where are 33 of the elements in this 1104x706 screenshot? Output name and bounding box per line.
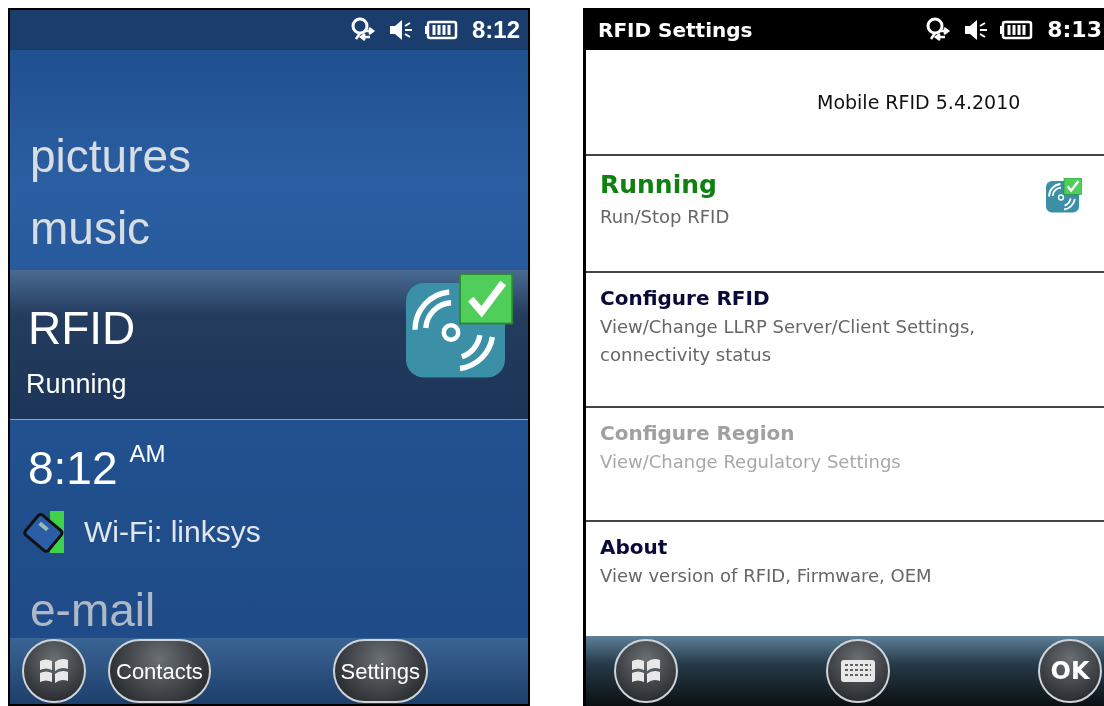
status-time: 8:13 [1047,16,1102,45]
entry-title: Running [600,168,718,201]
settings-entry[interactable]: About View version of RFID, Firmware, OEM [586,522,1104,637]
entry-title: Configure RFID [600,284,771,312]
menu-item[interactable]: music [10,192,528,264]
menu-item[interactable]: pictures [10,120,528,192]
clock-time: 8:12 [28,440,118,496]
softkey-button[interactable]: Contacts [108,639,211,703]
wifi-status: Wi-Fi: linksys [84,514,261,550]
clock-suffix: AM [129,438,166,469]
battery-icon[interactable] [999,19,1034,40]
entry-title: Configure Region [600,420,796,448]
window-title: RFID Settings [598,16,753,44]
battery-icon[interactable] [423,20,458,40]
speaker-muted-icon[interactable] [963,17,990,42]
menu-item[interactable]: e-mail [10,584,528,635]
selected-item-band[interactable]: RFID Running [10,270,528,420]
entry-description: Run/Stop RFID [600,205,731,230]
version-text: Mobile RFID 5.4.2010 [817,89,1021,115]
rfid-check-icon [1046,177,1082,214]
settings-entry[interactable]: Running Run/Stop RFID [586,155,1104,273]
entry-description: View/Change LLRP Server/Client Settings, connectivity status [600,314,977,367]
ok-button[interactable]: OK [1038,639,1102,704]
entry-description: View/Change Regulatory Settings [600,450,902,475]
settings-entry[interactable]: Configure RFID View/Change LLRP Server/Client Settings, connectivity status [586,272,1104,409]
item-status: Running [25,368,128,401]
menu-item: RFID [27,300,136,356]
entry-description: View version of RFID, Firmware, OEM [600,564,933,589]
status-time: 8:12 [471,15,520,45]
speaker-muted-icon[interactable] [387,18,414,42]
entry-title: About [600,534,669,562]
softkey-button[interactable]: Settings [332,639,428,703]
keyboard-icon [840,659,876,684]
